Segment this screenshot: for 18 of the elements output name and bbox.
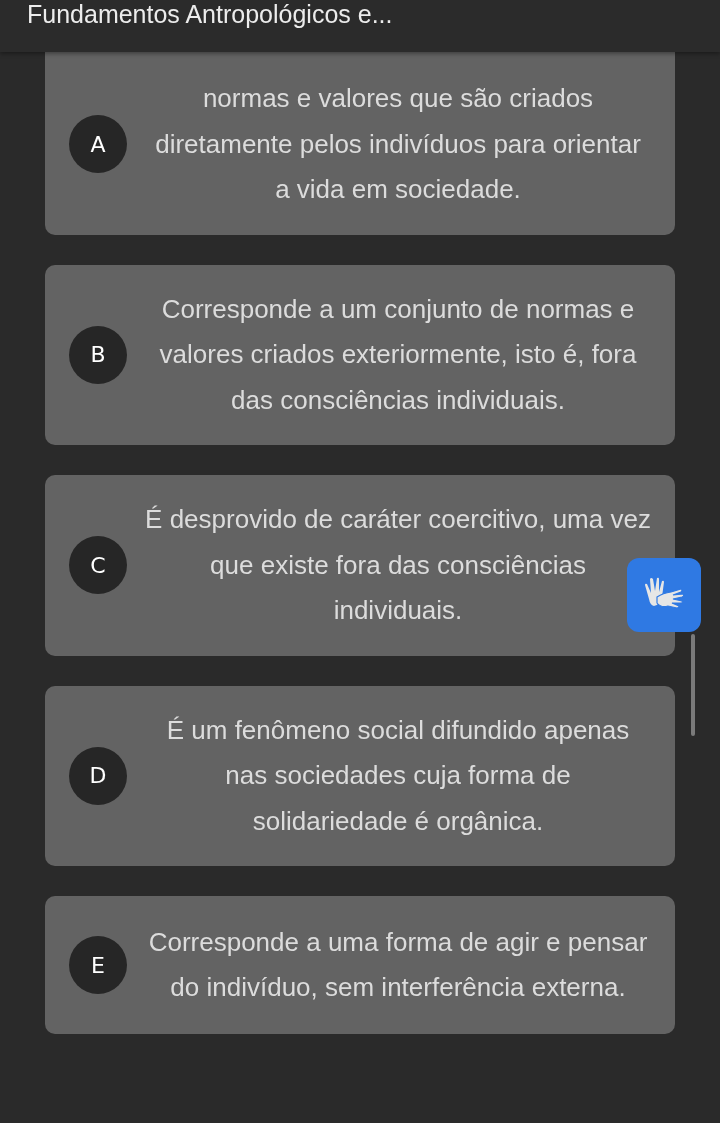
option-text: normas e valores que são criados diretamente pelos indivíduos para orientar a vida em sociedade.	[154, 82, 642, 206]
option-letter: A	[69, 115, 127, 174]
option-text: É um fenômeno social difundido apenas nas sociedades cuja forma de solidariedade é orgânica.	[165, 713, 631, 838]
page-title: Fundamentos Antropológicos e...	[27, 0, 394, 28]
answer-option[interactable]: B Corresponde a um conjunto de normas e valores criados exteriormente, isto é, fora das consciências individuais.	[45, 264, 675, 445]
option-letter: E	[69, 936, 127, 994]
option-text: Corresponde a uma forma de agir e pensar do indivíduo, sem interferência externa.	[147, 925, 649, 1004]
option-letter: B	[69, 325, 127, 384]
answer-option[interactable]: E Corresponde a uma forma de agir e pensar do indivíduo, sem interferência externa.	[45, 896, 675, 1034]
scrollbar[interactable]	[691, 634, 695, 736]
answer-option[interactable]: C É desprovido de caráter coercitivo, uma vez que existe fora das consciências individuais.	[45, 475, 675, 656]
option-text: É desprovido de caráter coercitivo, uma vez que existe fora das consciências individuais.	[144, 503, 652, 627]
answer-option[interactable]: D É um fenômeno social difundido apenas nas sociedades cuja forma de solidariedade é orgânica.	[45, 685, 675, 866]
option-text: Corresponde a um conjunto de normas e valores criados exteriormente, isto é, fora das consciências individuais.	[158, 292, 638, 417]
option-letter: D	[69, 746, 127, 805]
option-letter: C	[69, 536, 127, 595]
answer-option[interactable]: A normas e valores que são criados diretamente pelos indivíduos para orientar a vida em sociedade.	[45, 52, 675, 235]
accessibility-button[interactable]	[627, 558, 701, 632]
